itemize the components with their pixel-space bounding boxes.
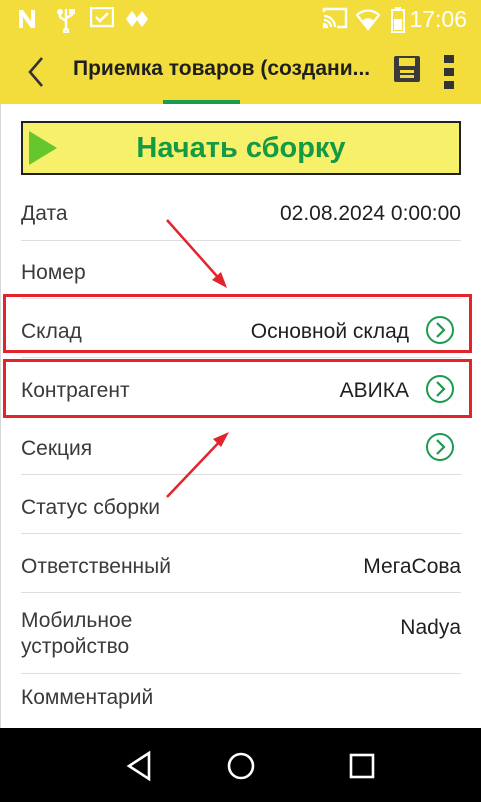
wifi-icon [356, 9, 380, 31]
recents-square-icon[interactable] [344, 748, 380, 784]
clock: 17:06 [409, 6, 467, 32]
divider [21, 474, 461, 475]
app-header: Приемка товаров (создани... [0, 38, 481, 104]
cast-icon [322, 7, 348, 29]
highlight-frame-warehouse [3, 294, 472, 353]
field-label: Мобильное устройство [21, 609, 133, 658]
battery-icon [391, 7, 405, 33]
back-triangle-icon[interactable] [122, 748, 158, 784]
page-title: Приемка товаров (создани... [73, 57, 371, 80]
field-label: Номер [21, 261, 86, 284]
check-box-icon [90, 7, 114, 28]
divider [21, 357, 461, 358]
field-value: 02.08.2024 0:00:00 [279, 202, 461, 225]
n-icon [19, 10, 35, 28]
field-row-responsible[interactable]: Ответственный МегаСова [0, 535, 481, 593]
field-row-date[interactable]: Дата 02.08.2024 0:00:00 [0, 183, 481, 241]
start-assembly-button[interactable]: Начать сборку [21, 121, 461, 175]
field-label: Комментарий [21, 686, 154, 709]
start-assembly-label: Начать сборку [136, 132, 346, 164]
field-row-section[interactable]: Секция [0, 417, 481, 475]
field-row-assembly-status[interactable]: Статус сборки [0, 476, 481, 534]
divider [21, 592, 461, 593]
home-circle-icon[interactable] [223, 748, 259, 784]
field-row-comment[interactable]: Комментарий [0, 674, 481, 728]
field-value: Nadya [400, 616, 461, 639]
highlight-frame-contractor [3, 359, 472, 418]
back-icon[interactable] [20, 52, 54, 92]
field-label: Статус сборки [21, 496, 161, 519]
diamond-icon [126, 11, 148, 27]
field-label: Дата [21, 202, 68, 225]
save-icon[interactable] [393, 55, 421, 83]
left-edge-line [0, 104, 1, 728]
divider [21, 533, 461, 534]
field-label: Секция [21, 437, 93, 460]
field-value: МегаСова [363, 555, 461, 578]
system-nav-bar [0, 728, 481, 802]
status-bar: 17:06 [0, 0, 481, 38]
chevron-right-icon[interactable] [425, 432, 455, 462]
field-label: Ответственный [21, 555, 171, 578]
usb-icon [57, 9, 75, 33]
field-row-mobile-device[interactable]: Мобильное устройство Nadya [0, 594, 481, 674]
field-row-number[interactable]: Номер [0, 241, 481, 299]
more-vert-icon[interactable] [442, 52, 456, 92]
